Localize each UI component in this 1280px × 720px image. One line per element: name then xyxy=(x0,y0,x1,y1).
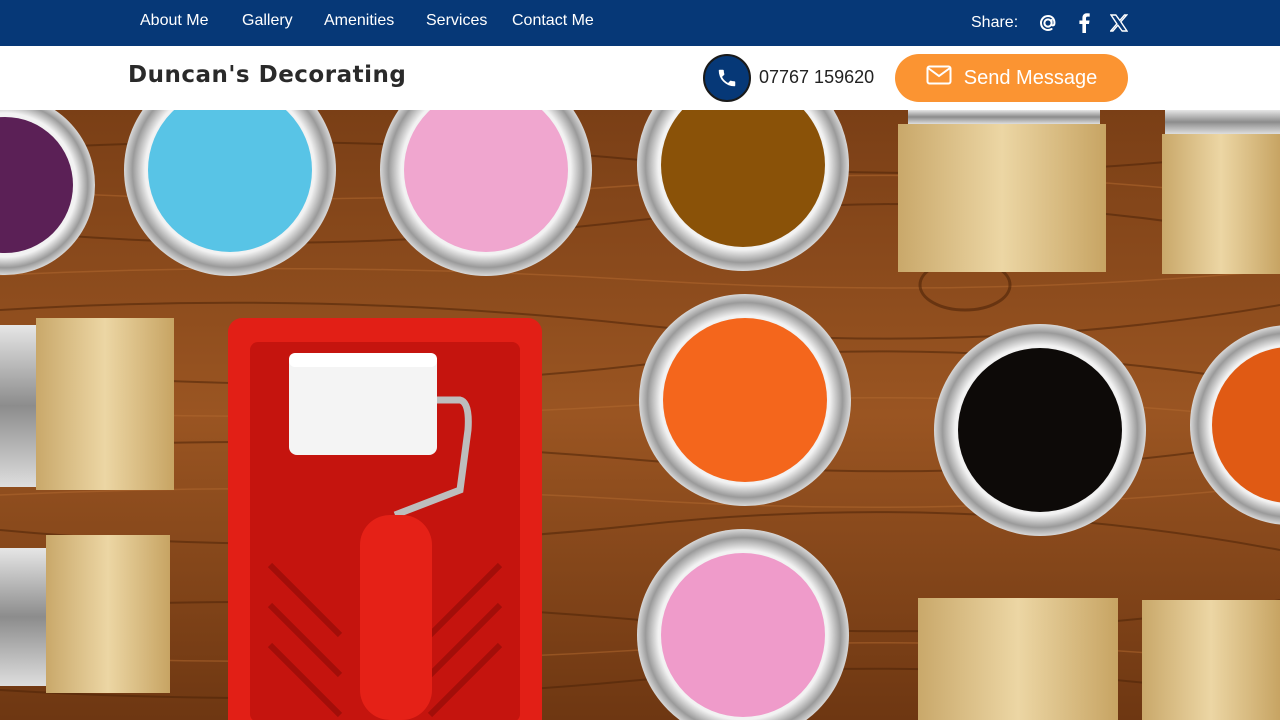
nav-amenities[interactable]: Amenities xyxy=(324,12,394,30)
nav-services[interactable]: Services xyxy=(426,12,487,30)
share-label: Share: xyxy=(971,14,1019,31)
at-sign-icon[interactable] xyxy=(1037,11,1059,35)
paint-can-orange xyxy=(639,294,851,506)
top-nav-bar: About Me Gallery Amenities Services Cont… xyxy=(0,0,1280,46)
phone-number[interactable]: 07767 159620 xyxy=(759,67,874,88)
brush-top-2 xyxy=(1162,110,1280,274)
envelope-icon xyxy=(926,65,952,91)
brush-bottom-2 xyxy=(1142,600,1280,720)
brush-left-2 xyxy=(0,535,170,693)
site-brand[interactable]: Duncan's Decorating xyxy=(128,62,406,88)
send-message-button[interactable]: Send Message xyxy=(895,54,1128,102)
site-header: Duncan's Decorating 07767 159620 Send Me… xyxy=(0,46,1280,110)
hero-image xyxy=(0,110,1280,720)
facebook-icon[interactable] xyxy=(1073,11,1095,35)
send-message-label: Send Message xyxy=(963,66,1098,89)
brush-left-1 xyxy=(0,318,174,490)
phone-icon[interactable] xyxy=(703,54,751,102)
brush-bottom-1 xyxy=(918,598,1118,720)
nav-about-me[interactable]: About Me xyxy=(140,12,208,30)
brush-top-1 xyxy=(898,110,1106,272)
nav-contact-me[interactable]: Contact Me xyxy=(512,12,594,30)
nav-gallery[interactable]: Gallery xyxy=(242,12,293,30)
x-twitter-icon[interactable] xyxy=(1108,11,1130,35)
paint-can-black xyxy=(934,324,1146,536)
